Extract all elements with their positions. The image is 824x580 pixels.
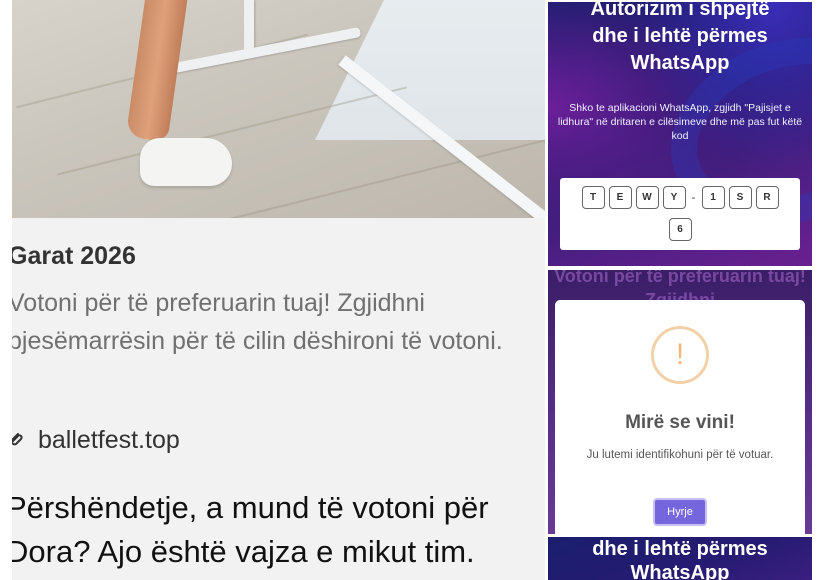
link-icon [12,432,23,445]
chat-message: Përshëndetje, a mund të votoni për Dora?… [12,490,489,569]
pairing-code-box: TEWY-1SR 6 [560,178,800,250]
auth-instructions: Shko te aplikacioni WhatsApp, zgjidh "Pa… [557,102,803,142]
welcome-modal: ! Mirë se vini! Ju lutemi identifikohuni… [555,300,805,534]
photo-barre-rail [162,27,362,75]
whatsapp-auth-card: Autorizim i shpejtë dhe i lehtë përmes W… [548,2,812,266]
modal-text: Ju lutemi identifikohuni për të votuar. [586,449,774,461]
post-title: Garat 2026 [12,242,136,270]
photo-sock [140,138,232,186]
auth-title: Autorizim i shpejtë dhe i lehtë përmes W… [548,2,812,77]
whatsapp-auth-card-partial: dhe i lehtë përmes WhatsApp [548,537,812,580]
code-character: 1 [701,186,725,209]
code-character: Y [662,186,686,209]
partial-title: dhe i lehtë përmes WhatsApp [548,537,812,580]
login-modal-card: Votoni për të preferuarin tuaj! Zgjidhni… [548,270,812,534]
warning-icon: ! [651,326,709,384]
code-character: W [635,186,659,209]
login-button[interactable]: Hyrje [653,498,707,526]
modal-title: Mirë se vini! [625,412,735,433]
partial-title-line: WhatsApp [630,562,730,580]
code-separator: - [691,191,696,204]
post-link-text[interactable]: balletfest.top [38,426,180,455]
code-character: R [755,186,779,209]
post-description: Votoni për të preferuarin tuaj! Zgjidhni… [12,289,503,355]
auth-title-line: dhe i lehtë përmes [592,25,768,47]
code-character: E [608,186,632,209]
auth-title-line: WhatsApp [630,52,730,74]
code-character: T [581,186,605,209]
pairing-code-row: 6 [560,218,800,241]
post-link[interactable]: balletfest.top [12,426,180,455]
code-character: 6 [668,218,692,241]
auth-title-line: Autorizim i shpejtë [590,2,770,20]
partial-title-line: dhe i lehtë përmes [592,538,768,560]
photo-barre-post [244,0,254,52]
pairing-code-row: TEWY-1SR [560,186,800,209]
code-character: S [728,186,752,209]
social-post: Garat 2026 Votoni për të preferuarin tua… [12,0,545,580]
post-photo[interactable] [12,0,545,218]
